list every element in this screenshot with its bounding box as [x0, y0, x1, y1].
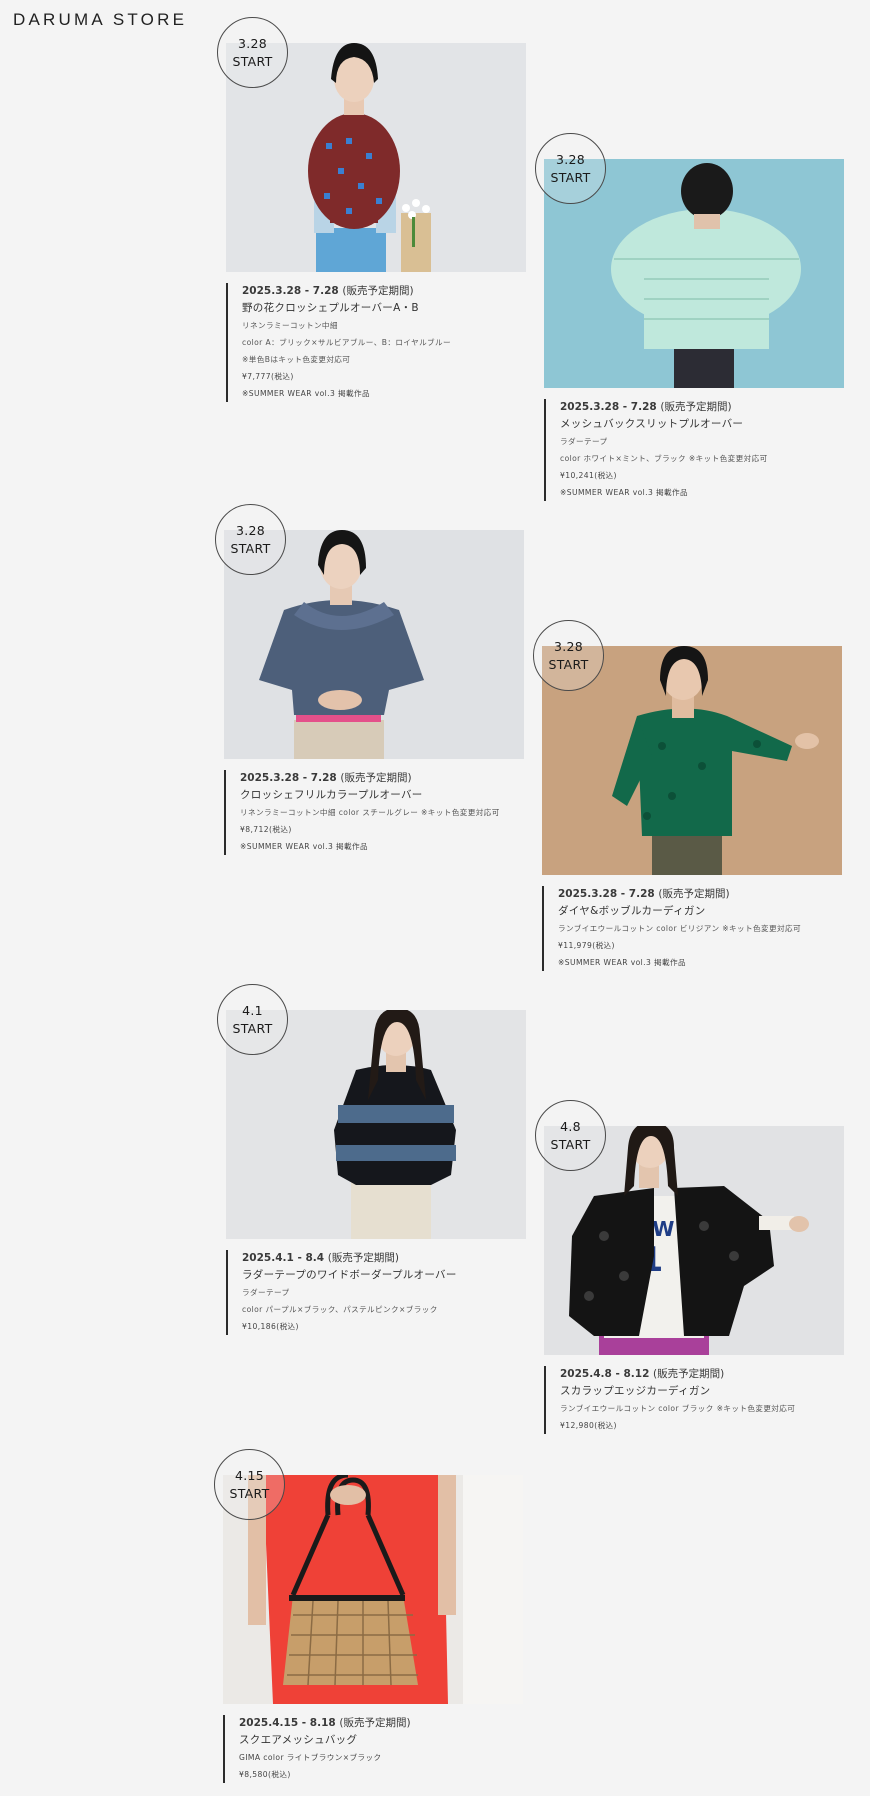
product-price: ¥8,580(税込) — [239, 1770, 291, 1779]
product-detail: ラダーテープ — [560, 437, 608, 446]
product-detail: リネンラミーコットン中細 color スチールグレー ※キット色変更対応可 — [240, 808, 500, 817]
product-price: ¥7,777(税込) — [242, 372, 294, 381]
product-title[interactable]: スクエアメッシュバッグ — [239, 1732, 523, 1749]
start-badge: 3.28 START — [535, 133, 606, 204]
sales-period: 2025.3.28 - 7.28 (販売予定期間) — [558, 888, 730, 900]
start-badge: 4.8 START — [535, 1100, 606, 1171]
product-title[interactable]: スカラップエッジカーディガン — [560, 1383, 844, 1400]
start-label: START — [548, 656, 589, 672]
start-label: START — [550, 169, 591, 185]
product-detail: ラダーテープ — [242, 1288, 290, 1297]
product-info: 2025.4.1 - 8.4 (販売予定期間) ラダーテープのワイドボーダープル… — [226, 1250, 526, 1335]
product-price: ¥10,186(税込) — [242, 1322, 299, 1331]
product-title[interactable]: メッシュバックスリットプルオーバー — [560, 416, 844, 433]
product-price: ¥10,241(税込) — [560, 471, 617, 480]
product-detail: GIMA color ライトブラウン×ブラック — [239, 1753, 382, 1762]
start-badge: 3.28 START — [533, 620, 604, 691]
product-detail: リネンラミーコットン中細 — [242, 321, 338, 330]
product-title[interactable]: ダイヤ&ボッブルカーディガン — [558, 903, 842, 920]
product-price: ¥8,712(税込) — [240, 825, 292, 834]
product-note: ※SUMMER WEAR vol.3 掲載作品 — [242, 389, 371, 398]
sales-period: 2025.3.28 - 7.28 (販売予定期間) — [242, 285, 414, 297]
product-title[interactable]: 野の花クロッシェプルオーバーA・B — [242, 300, 526, 317]
start-label: START — [232, 1020, 273, 1036]
product-title[interactable]: ラダーテープのワイドボーダープルオーバー — [242, 1267, 526, 1284]
product-title[interactable]: クロッシェフリルカラープルオーバー — [240, 787, 524, 804]
sales-period: 2025.4.15 - 8.18 (販売予定期間) — [239, 1717, 411, 1729]
sales-period: 2025.4.1 - 8.4 (販売予定期間) — [242, 1252, 399, 1264]
product-note: ※SUMMER WEAR vol.3 掲載作品 — [240, 842, 369, 851]
product-note: ※SUMMER WEAR vol.3 掲載作品 — [560, 488, 689, 497]
start-date: 4.8 — [560, 1118, 581, 1134]
product-detail: ランブイエウールコットン color ビリジアン ※キット色変更対応可 — [558, 924, 801, 933]
product-detail: color ホワイト×ミント、ブラック ※キット色変更対応可 — [560, 454, 768, 463]
product-info: 2025.3.28 - 7.28 (販売予定期間) ダイヤ&ボッブルカーディガン… — [542, 886, 842, 971]
start-date: 4.15 — [234, 1467, 265, 1483]
start-label: START — [230, 540, 271, 556]
product-info: 2025.4.15 - 8.18 (販売予定期間) スクエアメッシュバッグ GI… — [223, 1715, 523, 1783]
start-date: 3.28 — [555, 151, 586, 167]
product-detail: ※単色Bはキット色変更対応可 — [242, 355, 351, 364]
start-badge: 3.28 START — [217, 17, 288, 88]
product-info: 2025.4.8 - 8.12 (販売予定期間) スカラップエッジカーディガン … — [544, 1366, 844, 1434]
start-date: 4.1 — [242, 1002, 263, 1018]
start-date: 3.28 — [237, 35, 268, 51]
start-badge: 4.1 START — [217, 984, 288, 1055]
start-label: START — [550, 1136, 591, 1152]
start-date: 3.28 — [235, 522, 266, 538]
product-info: 2025.3.28 - 7.28 (販売予定期間) クロッシェフリルカラープルオ… — [224, 770, 524, 855]
product-detail: color A：ブリック×サルビアブルー、B：ロイヤルブルー — [242, 338, 452, 347]
product-price: ¥12,980(税込) — [560, 1421, 617, 1430]
product-note: ※SUMMER WEAR vol.3 掲載作品 — [558, 958, 687, 967]
sales-period: 2025.4.8 - 8.12 (販売予定期間) — [560, 1368, 725, 1380]
product-info: 2025.3.28 - 7.28 (販売予定期間) 野の花クロッシェプルオーバー… — [226, 283, 526, 402]
product-info: 2025.3.28 - 7.28 (販売予定期間) メッシュバックスリットプルオ… — [544, 399, 844, 501]
sales-period: 2025.3.28 - 7.28 (販売予定期間) — [560, 401, 732, 413]
start-label: START — [229, 1485, 270, 1501]
store-logo[interactable]: DARUMA STORE — [13, 10, 187, 30]
product-detail: ランブイエウールコットン color ブラック ※キット色変更対応可 — [560, 1404, 796, 1413]
start-label: START — [232, 53, 273, 69]
start-badge: 4.15 START — [214, 1449, 285, 1520]
product-price: ¥11,979(税込) — [558, 941, 615, 950]
product-detail: color パープル×ブラック、パステルピンク×ブラック — [242, 1305, 438, 1314]
start-badge: 3.28 START — [215, 504, 286, 575]
sales-period: 2025.3.28 - 7.28 (販売予定期間) — [240, 772, 412, 784]
start-date: 3.28 — [553, 638, 584, 654]
